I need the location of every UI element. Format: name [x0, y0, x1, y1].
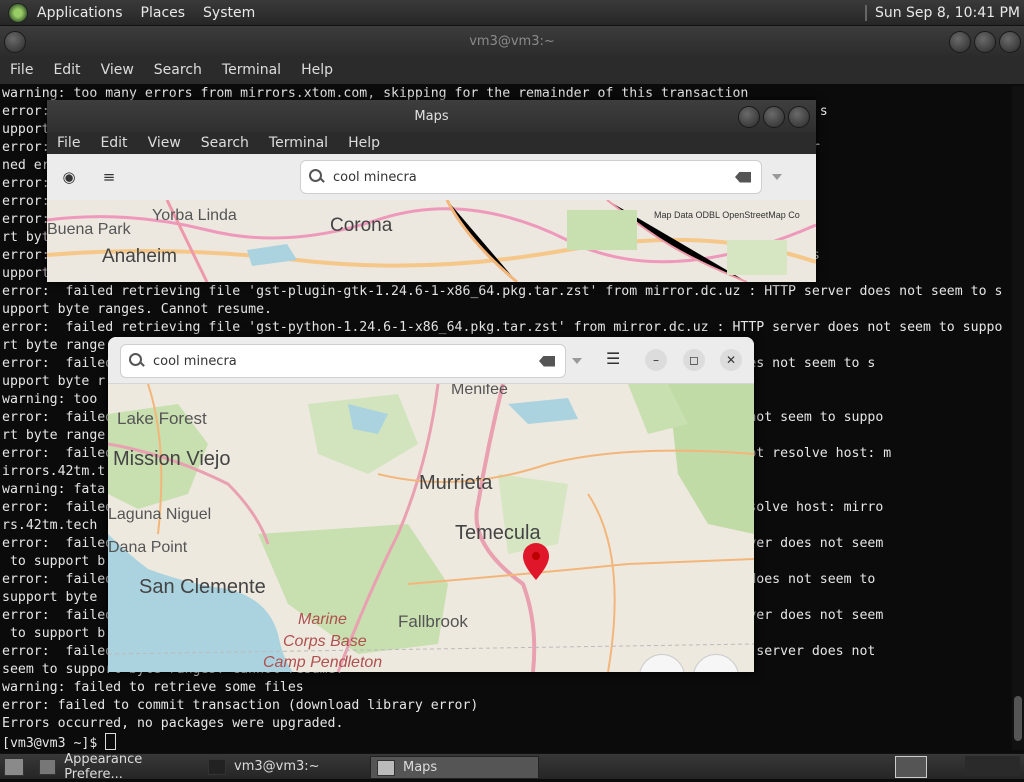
map-label-dana-point: Dana Point — [108, 539, 188, 556]
hamburger-menu-icon[interactable]: ☰ — [606, 349, 620, 368]
close-button[interactable] — [999, 31, 1021, 53]
taskbar-item-maps[interactable]: Maps — [370, 756, 539, 779]
terminal-line: error: failed to commit transaction (dow… — [2, 698, 479, 713]
clear-icon[interactable] — [539, 355, 555, 367]
terminal-menu-edit[interactable]: Edit — [43, 62, 90, 78]
distro-logo-icon[interactable] — [8, 2, 28, 23]
maps-icon — [377, 759, 395, 776]
search-input[interactable]: cool minecra — [300, 160, 762, 194]
search-value: cool minecra — [333, 169, 417, 185]
workspace-switcher[interactable] — [895, 756, 927, 778]
terminal-prompt-line[interactable]: [vm3@vm3 ~]$ — [2, 733, 1012, 750]
map-label-laguna-niguel: Laguna Niguel — [108, 506, 211, 523]
terminal-menu-help[interactable]: Help — [291, 62, 343, 78]
maps-maximize-button[interactable] — [763, 106, 785, 128]
maps-menu-view[interactable]: View — [138, 135, 191, 151]
maps-headerbar: ◉ ≡ cool minecra — [47, 154, 816, 201]
maps-menu-help[interactable]: Help — [338, 135, 390, 151]
terminal-icon — [208, 758, 226, 775]
maps-close-button[interactable] — [788, 106, 810, 128]
terminal-titlebar[interactable]: vm3@vm3:~ — [0, 26, 1024, 56]
map-label-menifee: Menifee — [451, 384, 508, 398]
chevron-down-icon[interactable] — [772, 174, 782, 180]
maps-titlebar[interactable]: Maps — [47, 100, 816, 132]
maps-minimize-button[interactable] — [738, 106, 760, 128]
show-desktop-icon[interactable] — [4, 758, 24, 776]
map-label-fallbrook: Fallbrook — [398, 612, 468, 631]
appearance-icon — [39, 758, 57, 775]
close-button-front[interactable]: ✕ — [720, 349, 742, 371]
terminal-line: warning: failed to retrieve some files — [2, 680, 304, 695]
terminal-scrollbar[interactable] — [1012, 86, 1024, 750]
search-value-front: cool minecra — [153, 353, 237, 369]
maps-menu-edit[interactable]: Edit — [90, 135, 137, 151]
terminal-prompt: [vm3@vm3 ~]$ — [2, 736, 106, 750]
map-view-front[interactable]: Menifee Lake Forest Mission Viejo Murrie… — [108, 384, 754, 672]
taskbar-item-appearance[interactable]: Appearance Prefere... — [33, 752, 198, 782]
clear-icon[interactable] — [735, 171, 751, 183]
search-icon — [309, 169, 325, 185]
map-label-lake-forest: Lake Forest — [117, 409, 207, 428]
terminal-menu-file[interactable]: File — [0, 62, 43, 78]
maps-front-headerbar[interactable]: cool minecra ☰ – ◻ ✕ — [108, 337, 754, 384]
map-label-marine: Marine — [298, 611, 347, 628]
maps-menu-terminal[interactable]: Terminal — [259, 135, 338, 151]
taskbar-label: Maps — [403, 760, 438, 775]
map-label-corona: Corona — [330, 215, 393, 236]
map-label-anaheim: Anaheim — [102, 246, 177, 267]
map-label-camp-pendleton: Camp Pendleton — [263, 654, 382, 671]
terminal-line: error: failed retrieving file 'gst-plugi… — [2, 284, 1003, 299]
map-label-corps-base: Corps Base — [283, 633, 367, 650]
taskbar-label: Appearance Prefere... — [64, 751, 143, 782]
terminal-line: upport byte ranges. Cannot resume. — [2, 302, 272, 317]
bottom-panel: Appearance Prefere... vm3@vm3:~ Maps — [0, 752, 1024, 782]
maps-title: Maps — [414, 108, 449, 124]
maximize-button-front[interactable]: ◻ — [683, 349, 705, 371]
clock[interactable]: Sun Sep 8, 10:41 PM — [875, 5, 1024, 21]
scrollbar-thumb[interactable] — [1014, 696, 1022, 741]
menu-applications[interactable]: Applications — [28, 5, 132, 21]
map-label-murrieta: Murrieta — [419, 472, 493, 494]
panel-separator — [864, 4, 867, 21]
minimize-button-front[interactable]: – — [645, 349, 667, 371]
search-input-front[interactable]: cool minecra — [120, 344, 566, 378]
layers-icon[interactable]: ≡ — [95, 164, 123, 190]
map-label-yorba-linda: Yorba Linda — [152, 207, 237, 224]
map-attribution[interactable]: Map Data ODBL OpenStreetMap Co — [654, 210, 800, 220]
search-icon — [129, 353, 145, 369]
maps-window-front: cool minecra ☰ – ◻ ✕ Menifee Lake Forest… — [108, 337, 754, 672]
menu-system[interactable]: System — [194, 5, 264, 21]
menu-places[interactable]: Places — [132, 5, 195, 21]
text-cursor — [105, 733, 117, 750]
maps-menu-search[interactable]: Search — [191, 135, 259, 151]
map-label-temecula: Temecula — [455, 522, 541, 544]
terminal-menubar: File Edit View Search Terminal Help — [0, 56, 1024, 84]
minimize-button[interactable] — [949, 31, 971, 53]
terminal-line: error: failed retrieving file 'gst-pytho… — [2, 320, 1003, 335]
top-panel: Applications Places System Sun Sep 8, 10… — [0, 0, 1024, 26]
chevron-down-icon[interactable] — [572, 358, 582, 364]
map-view-back[interactable]: Yorba Linda Buena Park Corona Anaheim Ma… — [47, 200, 816, 282]
workspace-switcher-2[interactable] — [965, 756, 1020, 776]
terminal-line: Errors occurred, no packages were upgrad… — [2, 716, 344, 731]
taskbar-label: vm3@vm3:~ — [234, 759, 320, 774]
locate-icon[interactable]: ◉ — [55, 164, 83, 190]
terminal-title: vm3@vm3:~ — [469, 33, 555, 49]
maps-window-back: Maps File Edit View Search Terminal Help… — [47, 100, 816, 282]
taskbar-item-terminal[interactable]: vm3@vm3:~ — [202, 756, 367, 777]
map-label-san-clemente: San Clemente — [139, 576, 266, 598]
terminal-menu-terminal[interactable]: Terminal — [212, 62, 291, 78]
map-label-buena-park: Buena Park — [47, 221, 132, 238]
maps-menu-file[interactable]: File — [47, 135, 90, 151]
terminal-menu-view[interactable]: View — [91, 62, 144, 78]
terminal-menu-search[interactable]: Search — [144, 62, 212, 78]
window-menu-icon[interactable] — [4, 31, 26, 53]
maps-menubar: File Edit View Search Terminal Help — [47, 132, 816, 154]
map-label-mission-viejo: Mission Viejo — [113, 448, 230, 470]
maximize-button[interactable] — [974, 31, 996, 53]
